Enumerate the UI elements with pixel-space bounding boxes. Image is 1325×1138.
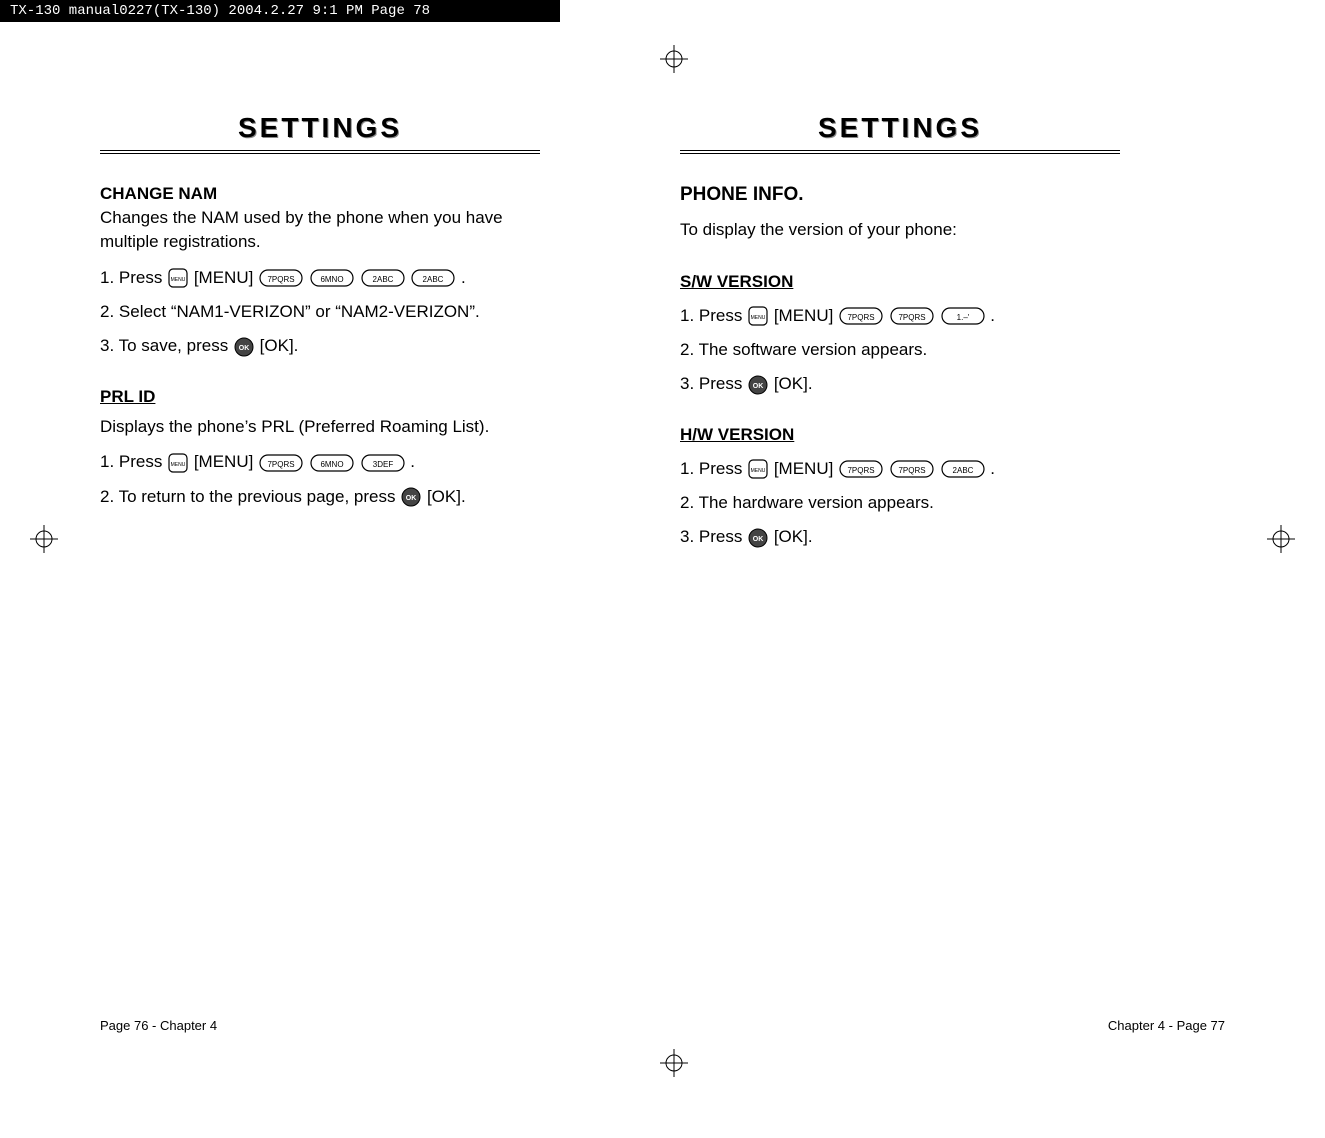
- key-6-icon: 6MNO: [310, 454, 354, 472]
- step-fragment: .: [990, 306, 995, 325]
- key-2-icon: 2ABC: [411, 269, 455, 287]
- subhead-hw-version: H/W VERSION: [680, 425, 1120, 445]
- subhead-prl-id: PRL ID: [100, 387, 540, 407]
- step-fragment: [MENU]: [194, 268, 258, 287]
- step-fragment: 3. Press: [680, 527, 747, 546]
- crop-mark-icon: [1267, 525, 1295, 559]
- step-text: 2. To return to the previous page, press…: [100, 487, 540, 508]
- key-2-icon: 2ABC: [361, 269, 405, 287]
- step-text: 1. Press [MENU] 7PQRS 7PQRS 1.–' .: [680, 306, 1120, 327]
- key-2-icon: 2ABC: [941, 460, 985, 478]
- step-fragment: .: [410, 452, 415, 471]
- step-fragment: [OK].: [427, 487, 466, 506]
- page-footer-left: Page 76 - Chapter 4: [100, 1018, 217, 1033]
- crop-mark-icon: [660, 45, 688, 79]
- svg-text:7PQRS: 7PQRS: [898, 313, 925, 322]
- svg-text:7PQRS: 7PQRS: [848, 313, 875, 322]
- key-7-icon: 7PQRS: [890, 460, 934, 478]
- svg-text:1.–': 1.–': [956, 313, 969, 322]
- subhead-change-nam: CHANGE NAM: [100, 184, 540, 204]
- step-fragment: 1. Press: [680, 306, 747, 325]
- subhead-sw-version: S/W VERSION: [680, 272, 1120, 292]
- left-page: SETTINGS CHANGE NAM Changes the NAM used…: [100, 112, 540, 562]
- step-fragment: 1. Press: [100, 452, 167, 471]
- step-text: 1. Press [MENU] 7PQRS 6MNO 3DEF .: [100, 452, 540, 473]
- crop-mark-icon: [660, 1049, 688, 1083]
- svg-text:7PQRS: 7PQRS: [268, 460, 295, 469]
- step-text: 1. Press [MENU] 7PQRS 6MNO 2ABC 2ABC .: [100, 268, 540, 289]
- right-page: SETTINGS PHONE INFO. To display the vers…: [680, 112, 1120, 562]
- key-7-icon: 7PQRS: [259, 269, 303, 287]
- step-fragment: [MENU]: [774, 459, 838, 478]
- step-fragment: .: [990, 459, 995, 478]
- svg-text:7PQRS: 7PQRS: [268, 275, 295, 284]
- svg-text:6MNO: 6MNO: [320, 460, 343, 469]
- svg-text:7PQRS: 7PQRS: [848, 466, 875, 475]
- file-header-bar: TX-130 manual0227(TX-130) 2004.2.27 9:1 …: [0, 0, 560, 22]
- step-text: 2. The software version appears.: [680, 340, 1120, 360]
- menu-key-icon: [748, 459, 768, 479]
- step-fragment: 3. To save, press: [100, 336, 233, 355]
- step-fragment: 2. To return to the previous page, press: [100, 487, 400, 506]
- key-7-icon: 7PQRS: [259, 454, 303, 472]
- svg-text:3DEF: 3DEF: [372, 460, 393, 469]
- key-7-icon: 7PQRS: [839, 460, 883, 478]
- step-fragment: [OK].: [260, 336, 299, 355]
- step-text: 3. Press [OK].: [680, 527, 1120, 548]
- step-fragment: 1. Press: [680, 459, 747, 478]
- menu-key-icon: [168, 268, 188, 288]
- menu-key-icon: [748, 306, 768, 326]
- svg-text:2ABC: 2ABC: [423, 275, 444, 284]
- step-text: 2. The hardware version appears.: [680, 493, 1120, 513]
- ok-key-icon: [748, 375, 768, 395]
- key-6-icon: 6MNO: [310, 269, 354, 287]
- step-fragment: .: [461, 268, 466, 287]
- svg-text:6MNO: 6MNO: [320, 275, 343, 284]
- subhead-phone-info: PHONE INFO.: [680, 184, 1120, 206]
- step-text: 1. Press [MENU] 7PQRS 7PQRS 2ABC .: [680, 459, 1120, 480]
- step-fragment: 3. Press: [680, 374, 747, 393]
- svg-text:2ABC: 2ABC: [372, 275, 393, 284]
- key-7-icon: 7PQRS: [890, 307, 934, 325]
- crop-mark-icon: [30, 525, 58, 559]
- section-heading: SETTINGS: [100, 112, 540, 154]
- step-fragment: [OK].: [774, 527, 813, 546]
- ok-key-icon: [401, 487, 421, 507]
- svg-text:7PQRS: 7PQRS: [898, 466, 925, 475]
- step-fragment: [MENU]: [774, 306, 838, 325]
- ok-key-icon: [748, 528, 768, 548]
- phone-info-desc: To display the version of your phone:: [680, 218, 1120, 242]
- prl-desc: Displays the phone’s PRL (Preferred Roam…: [100, 415, 540, 439]
- step-text: 2. Select “NAM1-VERIZON” or “NAM2-VERIZO…: [100, 302, 540, 322]
- key-3-icon: 3DEF: [361, 454, 405, 472]
- change-nam-desc: Changes the NAM used by the phone when y…: [100, 206, 540, 254]
- step-fragment: 1. Press: [100, 268, 167, 287]
- step-fragment: [MENU]: [194, 452, 258, 471]
- key-1-icon: 1.–': [941, 307, 985, 325]
- section-heading: SETTINGS: [680, 112, 1120, 154]
- page-footer-right: Chapter 4 - Page 77: [1108, 1018, 1225, 1033]
- key-7-icon: 7PQRS: [839, 307, 883, 325]
- step-text: 3. To save, press [OK].: [100, 336, 540, 357]
- step-text: 3. Press [OK].: [680, 374, 1120, 395]
- ok-key-icon: [234, 337, 254, 357]
- step-fragment: [OK].: [774, 374, 813, 393]
- menu-key-icon: [168, 453, 188, 473]
- svg-text:2ABC: 2ABC: [952, 466, 973, 475]
